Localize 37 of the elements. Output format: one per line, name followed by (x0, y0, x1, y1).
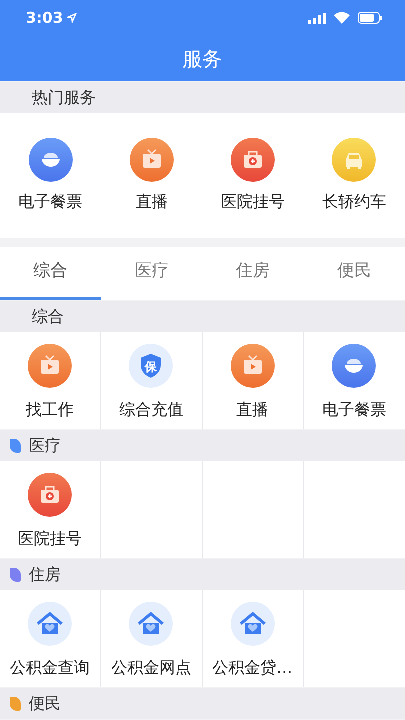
service-item[interactable]: 找工作 (0, 332, 102, 429)
tv-icon (28, 344, 72, 388)
service-item[interactable]: 公积金查询 (0, 590, 102, 687)
tab[interactable]: 住房 (202, 247, 304, 300)
service-item[interactable]: 保 综合充值 (101, 332, 202, 429)
section-title: 热门服务 (32, 86, 96, 108)
service-item[interactable]: 长轿约车 (304, 113, 405, 238)
shield-icon: 保 (129, 344, 174, 388)
house-icon (129, 602, 174, 646)
section-title: 便民 (29, 692, 61, 714)
tab[interactable]: 便民 (304, 247, 405, 300)
bowl-icon (28, 138, 73, 182)
service-item[interactable]: 医院挂号 (202, 113, 304, 238)
wifi-icon (334, 12, 350, 24)
medical-kit-icon (231, 138, 276, 182)
section-title: 综合 (32, 306, 64, 328)
section-title: 医疗 (29, 434, 61, 456)
status-time: 3:03 (26, 8, 64, 29)
location-icon (67, 13, 78, 23)
house-icon (230, 602, 275, 646)
signal-icon (308, 12, 326, 24)
tv-icon (230, 344, 275, 388)
service-item[interactable]: 电子餐票 (0, 113, 102, 238)
service-item[interactable]: 直播 (101, 113, 202, 238)
car-icon (332, 138, 376, 182)
service-item[interactable]: 公积金网点 (101, 590, 202, 687)
service-item[interactable]: 电子餐票 (304, 332, 405, 429)
service-item[interactable]: 公积金贷… (202, 590, 304, 687)
tv-icon (130, 138, 174, 182)
house-icon (28, 602, 72, 646)
battery-icon (358, 12, 383, 24)
tab[interactable]: 医疗 (101, 247, 202, 300)
section-title: 住房 (29, 564, 61, 586)
medical-kit-icon (28, 473, 72, 517)
page-title: 服务 (182, 46, 222, 72)
bowl-icon (332, 344, 376, 388)
service-item[interactable]: 直播 (202, 332, 304, 429)
